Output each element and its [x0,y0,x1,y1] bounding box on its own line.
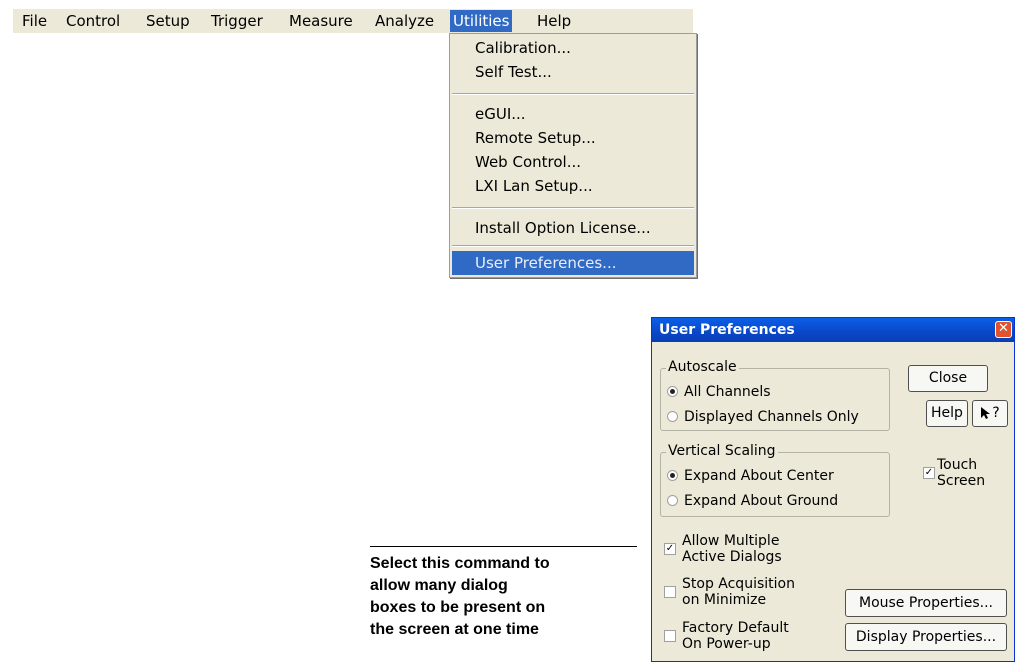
radio-expand-about-center[interactable]: Expand About Center [667,468,834,484]
vertical-scaling-group: Vertical Scaling Expand About Center Exp… [660,443,890,517]
menu-measure[interactable]: Measure [286,10,356,32]
menu-item-lxi-lan-setup[interactable]: LXI Lan Setup... [452,174,694,198]
menu-item-self-test[interactable]: Self Test... [452,60,694,84]
arrow-pointer-icon [981,407,991,419]
menu-bar: File Control Setup Trigger Measure Analy… [13,9,693,33]
allow-multiple-dialogs-checkbox[interactable]: ✓ [664,543,676,555]
menu-separator [452,245,694,247]
callout-line [370,546,637,547]
factory-default-checkbox[interactable] [664,630,676,642]
menu-help[interactable]: Help [534,10,574,32]
vertical-scaling-label: Vertical Scaling [666,443,778,459]
radio-displayed-channels-only[interactable]: Displayed Channels Only [667,409,859,425]
dialog-title: User Preferences [659,322,795,338]
menu-file[interactable]: File [19,10,50,32]
radio-selected-icon [667,385,678,397]
whats-this-button[interactable]: ? [972,400,1008,427]
menu-setup[interactable]: Setup [143,10,193,32]
menu-trigger[interactable]: Trigger [208,10,266,32]
help-button[interactable]: Help [926,400,968,427]
utilities-dropdown-menu: Calibration... Self Test... eGUI... Remo… [449,33,697,278]
radio-all-channels[interactable]: All Channels [667,384,771,400]
menu-item-install-option-license[interactable]: Install Option License... [452,216,694,240]
user-preferences-dialog: User Preferences ✕ Autoscale All Channel… [651,317,1015,662]
callout-text: Select this command to allow many dialog… [370,555,550,638]
autoscale-label: Autoscale [666,359,739,375]
menu-separator [452,93,694,95]
touch-screen-checkbox[interactable]: ✓ [923,467,935,479]
radio-unselected-icon [667,494,678,506]
close-button[interactable]: Close [908,365,988,392]
radio-unselected-icon [667,410,678,422]
radio-expand-about-ground[interactable]: Expand About Ground [667,493,838,509]
display-properties-button[interactable]: Display Properties... [845,623,1007,651]
stop-acquisition-label: Stop Acquisition on Minimize [682,576,795,608]
autoscale-group: Autoscale All Channels Displayed Channel… [660,359,890,431]
menu-control[interactable]: Control [63,10,123,32]
radio-label: Expand About Ground [684,493,839,509]
radio-label: Expand About Center [684,468,834,484]
dialog-title-bar: User Preferences ✕ [652,318,1014,342]
stop-acquisition-checkbox[interactable] [664,586,676,598]
close-icon[interactable]: ✕ [995,321,1012,338]
menu-item-web-control[interactable]: Web Control... [452,150,694,174]
whats-this-label: ? [992,405,1000,421]
touch-screen-label: Touch Screen [937,457,986,489]
radio-label: Displayed Channels Only [684,409,859,425]
allow-multiple-dialogs-label: Allow Multiple Active Dialogs [682,533,782,565]
factory-default-label: Factory Default On Power-up [682,620,789,652]
menu-analyze[interactable]: Analyze [372,10,437,32]
menu-item-user-preferences[interactable]: User Preferences... [452,251,694,275]
radio-label: All Channels [684,384,771,400]
menu-separator [452,207,694,209]
menu-item-calibration[interactable]: Calibration... [452,36,694,60]
menu-item-remote-setup[interactable]: Remote Setup... [452,126,694,150]
mouse-properties-button[interactable]: Mouse Properties... [845,589,1007,617]
radio-selected-icon [667,469,678,481]
menu-utilities[interactable]: Utilities [450,10,513,32]
menu-item-egui[interactable]: eGUI... [452,102,694,126]
